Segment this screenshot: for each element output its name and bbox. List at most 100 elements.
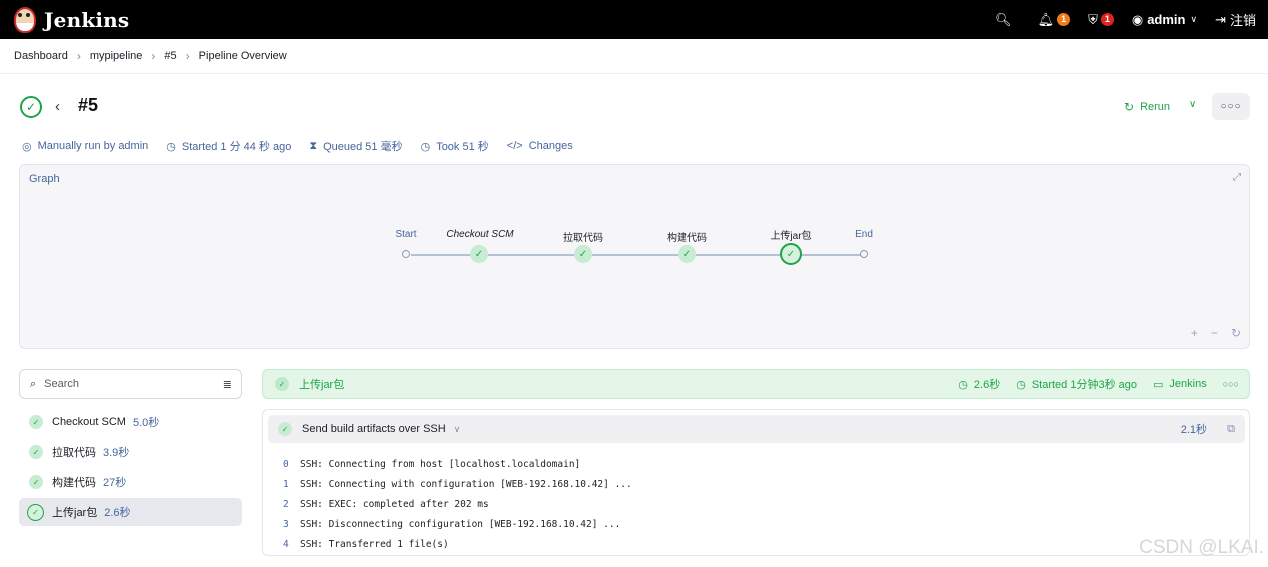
rerun-button[interactable]: ↻ Rerun [1124,100,1170,114]
changes-link[interactable]: </> Changes [507,140,573,152]
success-check-icon: ✓ [29,445,43,459]
breadcrumb-build[interactable]: #5 [164,50,176,62]
log-line-number: 2 [283,498,289,510]
meta-took: ◷ Took 51 秒 [421,138,489,154]
stage-more-button[interactable]: ○○○ [1223,379,1239,389]
stage-duration: 3.9秒 [103,447,130,459]
build-meta: ◎ Manually run by admin ◷ Started 1 分 44… [22,138,591,154]
hourglass-icon: ⧗ [309,139,318,152]
log-line-number: 4 [283,539,289,551]
stage-detail-duration: 2.6秒 [973,379,1001,391]
search-icon[interactable]: 🔍︎ [995,12,1012,28]
user-name: admin [1147,12,1186,27]
clock-icon: ◷ [1016,378,1026,391]
stage-list-item-selected[interactable]: ✓ 上传jar包 2.6秒 [19,498,242,526]
rerun-label: Rerun [1140,101,1171,113]
log-line-text: SSH: Disconnecting configuration [WEB-19… [300,519,621,531]
zoom-out-icon[interactable]: − [1211,326,1218,340]
log-line-text: SSH: Transferred 1 file(s) [300,539,449,551]
step-header[interactable]: ✓ Send build artifacts over SSH ∨ 2.1秒 ⧉ [268,415,1245,443]
step-log-panel: ✓ Send build artifacts over SSH ∨ 2.1秒 ⧉… [262,409,1250,556]
log-line-text: SSH: Connecting with configuration [WEB-… [300,478,632,490]
meta-started-text: Started 1 分 44 秒 ago [181,141,292,153]
stage-node-checkout[interactable]: ✓ [470,245,488,263]
step-duration: 2.1秒 [1180,424,1207,436]
chevron-down-icon: ∨ [1190,14,1198,24]
jenkins-butler-icon [14,6,36,33]
reset-zoom-icon[interactable]: ↻ [1231,326,1241,340]
zoom-in-icon[interactable]: + [1191,326,1198,340]
logout-icon: ⇥ [1215,11,1226,27]
log-line-number: 1 [283,478,289,490]
step-name: Send build artifacts over SSH [302,423,446,435]
stage-duration: 27秒 [103,477,127,489]
log-line-number: 0 [283,458,289,470]
stage-started-info: ◷ Started 1分钟3秒 ago [1016,376,1137,392]
more-actions-button[interactable]: ○○○ [1212,93,1250,120]
agent-name: Jenkins [1169,378,1207,390]
graph-stage-label: Checkout SCM [446,229,514,240]
jenkins-logo[interactable]: Jenkins [14,6,129,33]
stage-duration: 2.6秒 [104,507,131,519]
agent-link[interactable]: ▭ Jenkins [1153,378,1207,391]
stage-list-item[interactable]: ✓ 构建代码 27秒 [19,468,242,496]
log-output: 0 SSH: Connecting from host [localhost.l… [283,454,632,555]
back-chevron-icon[interactable]: ‹ [55,98,60,115]
logout-button[interactable]: ⇥ 注销 [1215,10,1256,29]
stage-detail-name: 上传jar包 [299,379,345,391]
stage-detail-header: ✓ 上传jar包 ◷ 2.6秒 ◷ Started 1分钟3秒 ago ▭ Je… [262,369,1250,399]
code-icon: </> [506,140,523,152]
graph-end-label: End [855,229,873,240]
stage-duration: 5.0秒 [132,417,160,429]
success-check-icon: ✓ [29,475,43,489]
stage-list-item[interactable]: ✓ 拉取代码 3.9秒 [19,438,242,466]
top-header: Jenkins 🔍︎ 🔔︎ 1 ⛨ 1 ◉ admin ∨ ⇥ 注销 [0,0,1268,39]
filter-icon[interactable]: ≣ [223,378,232,391]
open-external-icon[interactable]: ⧉ [1227,423,1235,436]
meta-took-text: Took 51 秒 [436,141,489,153]
user-menu[interactable]: ◉ admin ∨ [1132,12,1197,28]
chevron-right-icon: › [76,49,81,63]
meta-trigger-text: Manually run by admin [37,140,149,152]
stage-list: ✓ Checkout SCM 5.0秒 ✓ 拉取代码 3.9秒 ✓ 构建代码 2… [19,408,242,528]
shield-icon: ⛨ [1088,11,1098,27]
start-node [402,250,410,258]
stage-node-build[interactable]: ✓ [678,245,696,263]
bell-icon: 🔔︎ [1037,11,1055,27]
log-line: 0 SSH: Connecting from host [localhost.l… [283,454,632,474]
log-line: 1 SSH: Connecting with configuration [WE… [283,474,632,494]
stage-name: Checkout SCM [52,416,126,428]
user-circle-icon: ◎ [22,140,32,153]
graph-stage-label: 上传jar包 [770,231,812,242]
success-check-icon: ✓ [27,503,44,521]
chevron-right-icon: › [151,49,156,63]
log-line-text: SSH: Connecting from host [localhost.loc… [300,458,581,470]
breadcrumb-dashboard[interactable]: Dashboard [14,50,68,62]
meta-trigger: ◎ Manually run by admin [22,140,148,153]
security-badge: 1 [1100,13,1114,26]
stage-duration-info: ◷ 2.6秒 [958,376,1000,392]
search-input[interactable]: Search [44,378,79,390]
breadcrumb-current[interactable]: Pipeline Overview [199,50,287,62]
breadcrumb-pipeline[interactable]: mypipeline [90,50,143,62]
timer-icon: ◷ [958,378,968,391]
changes-label: Changes [528,140,573,152]
security-button[interactable]: ⛨ 1 [1088,12,1114,28]
notifications-button[interactable]: 🔔︎ 1 [1038,12,1071,28]
success-check-icon: ✓ [278,422,292,436]
computer-icon: ▭ [1152,378,1164,391]
meta-queued-text: Queued 51 毫秒 [323,141,403,153]
stage-node-pull[interactable]: ✓ [574,245,592,263]
log-line: 4 SSH: Transferred 1 file(s) [283,535,632,555]
rerun-icon: ↻ [1124,100,1135,114]
stage-list-item[interactable]: ✓ Checkout SCM 5.0秒 [19,408,242,436]
chevron-down-icon[interactable]: ∨ [454,424,461,435]
chevron-right-icon: › [185,49,190,63]
rerun-menu-chevron-icon[interactable]: ∨ [1189,99,1196,110]
stage-name: 构建代码 [52,477,96,489]
search-box[interactable]: ⌕ Search ≣ [19,369,242,399]
timer-icon: ◷ [420,140,431,153]
pipeline-graph: Graph ⤢ Start Checkout SCM 拉取代码 构建代码 上传j… [19,164,1250,349]
stage-node-upload[interactable]: ✓ [780,243,802,265]
log-line-number: 3 [283,519,289,531]
